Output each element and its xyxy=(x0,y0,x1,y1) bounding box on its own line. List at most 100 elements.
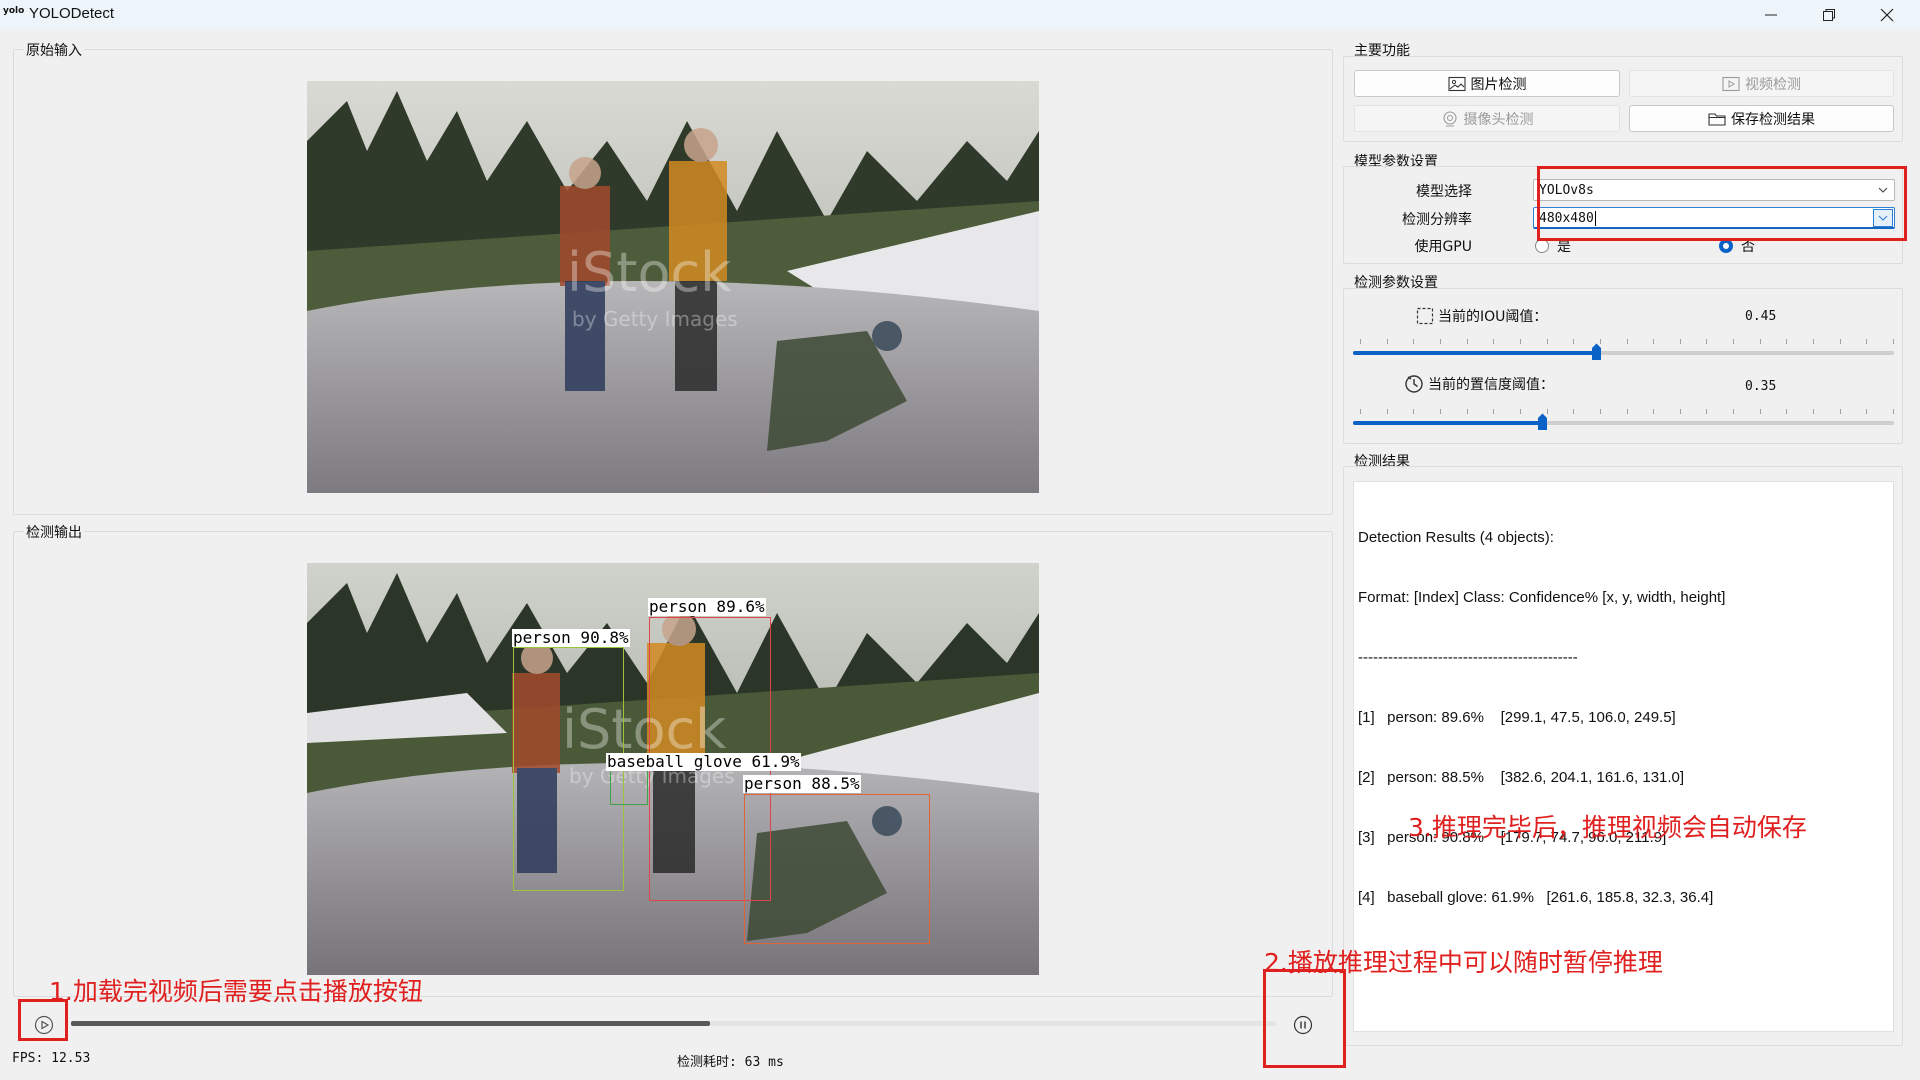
radio-checked-icon xyxy=(1719,239,1733,253)
image-detect-label: 图片检测 xyxy=(1470,76,1527,93)
iou-label: 当前的IOU阈值： xyxy=(1438,309,1548,325)
slider-tick xyxy=(1519,339,1521,344)
iou-label-group: 当前的IOU阈值： xyxy=(1416,306,1547,326)
slider-tick xyxy=(1599,409,1601,414)
video-detect-button[interactable]: 视频检测 xyxy=(1629,70,1894,97)
radio-unchecked-icon xyxy=(1535,239,1549,253)
confidence-slider-fill xyxy=(1353,421,1543,425)
slider-tick xyxy=(1626,409,1628,414)
slider-tick xyxy=(1679,409,1681,414)
slider-tick xyxy=(1893,339,1894,344)
slider-tick xyxy=(1653,339,1655,344)
confidence-slider-handle[interactable] xyxy=(1537,413,1548,431)
watermark-brand: iStock xyxy=(567,241,732,304)
slider-tick xyxy=(1519,409,1521,414)
output-video-frame: iStock by Getty Images person 90.8% pers… xyxy=(307,563,1039,975)
confidence-label-group: 当前的置信度阈值： xyxy=(1404,374,1554,394)
detection-label: person 89.6% xyxy=(648,597,766,616)
slider-tick xyxy=(1679,339,1681,344)
iou-slider-fill xyxy=(1353,351,1597,355)
restore-icon xyxy=(1823,8,1835,21)
iou-slider-handle[interactable] xyxy=(1591,343,1602,361)
fps-readout: FPS: 12.53 xyxy=(12,1051,91,1066)
video-progress-bar[interactable] xyxy=(71,1021,1276,1026)
slider-tick xyxy=(1733,339,1735,344)
video-progress-fill xyxy=(71,1021,710,1026)
results-line: Detection Results (4 objects): xyxy=(1358,529,1554,546)
iou-ticks xyxy=(1360,339,1894,345)
results-line: Format: [Index] Class: Confidence% [x, y… xyxy=(1358,589,1726,606)
camera-detect-button[interactable]: 摄像头检测 xyxy=(1354,105,1620,132)
slider-tick xyxy=(1360,339,1361,344)
detection-label: baseball glove 61.9% xyxy=(606,752,801,771)
minimize-button[interactable] xyxy=(1742,0,1800,29)
slider-tick xyxy=(1386,339,1388,344)
slider-tick xyxy=(1360,409,1361,414)
restore-button[interactable] xyxy=(1800,0,1858,29)
slider-tick xyxy=(1466,339,1468,344)
resolution-select-label: 检测分辨率 xyxy=(1402,212,1472,228)
slider-tick xyxy=(1839,409,1841,414)
window-title: YOLODetect xyxy=(29,5,115,22)
folder-icon xyxy=(1708,112,1726,126)
confidence-ticks xyxy=(1360,409,1894,415)
app-logo: yolo xyxy=(3,6,25,16)
slider-tick xyxy=(1573,409,1575,414)
camera-detect-label: 摄像头检测 xyxy=(1463,111,1534,128)
timer-icon xyxy=(1405,375,1423,393)
image-detect-button[interactable]: 图片检测 xyxy=(1354,70,1620,97)
slider-tick xyxy=(1413,409,1415,414)
results-line: [4] baseball glove: 61.9% [261.6, 185.8,… xyxy=(1358,889,1714,906)
results-line: [1] person: 89.6% [299.1, 47.5, 106.0, 2… xyxy=(1358,709,1676,726)
slider-tick xyxy=(1653,409,1655,414)
results-line: ----------------------------------------… xyxy=(1358,649,1578,666)
iou-slider[interactable] xyxy=(1353,351,1894,355)
output-panel-title: 检测输出 xyxy=(24,522,84,542)
slider-tick xyxy=(1466,409,1468,414)
confidence-slider[interactable] xyxy=(1353,421,1894,425)
slider-tick xyxy=(1786,409,1788,414)
slider-tick xyxy=(1439,409,1441,414)
slider-tick xyxy=(1866,409,1868,414)
gpu-label: 使用GPU xyxy=(1414,239,1472,255)
iou-value: 0.45 xyxy=(1745,309,1777,324)
slider-tick xyxy=(1386,409,1388,414)
annotation-step1: 1.加载完视频后需要点击播放按钮 xyxy=(49,977,423,1006)
annotation-step2: 2.播放推理过程中可以随时暂停推理 xyxy=(1264,948,1663,977)
title-bar: yolo YOLODetect xyxy=(0,0,1920,29)
slider-tick xyxy=(1493,409,1495,414)
confidence-label: 当前的置信度阈值： xyxy=(1428,377,1554,393)
close-button[interactable] xyxy=(1858,0,1916,29)
slider-tick xyxy=(1493,339,1495,344)
annotation-pause-box xyxy=(1263,969,1346,1068)
slider-tick xyxy=(1573,339,1575,344)
slider-tick xyxy=(1893,409,1894,414)
confidence-value: 0.35 xyxy=(1745,379,1777,394)
close-icon xyxy=(1880,8,1894,21)
slider-tick xyxy=(1813,409,1815,414)
detection-label: person 90.8% xyxy=(512,628,630,647)
slider-tick xyxy=(1706,339,1708,344)
slider-tick xyxy=(1759,339,1761,344)
video-detect-label: 视频检测 xyxy=(1745,76,1801,93)
input-panel-title: 原始输入 xyxy=(24,40,84,60)
image-icon xyxy=(1447,76,1466,91)
slider-tick xyxy=(1413,339,1415,344)
slider-tick xyxy=(1626,339,1628,344)
annotation-step3: 3.推理完毕后，推理视频会自动保存 xyxy=(1408,813,1807,842)
results-line: [2] person: 88.5% [382.6, 204.1, 161.6, … xyxy=(1358,769,1685,786)
slider-tick xyxy=(1546,339,1548,344)
slider-tick xyxy=(1706,409,1708,414)
selection-box-icon xyxy=(1416,307,1434,325)
annotation-model-settings-box xyxy=(1537,166,1907,241)
input-video-frame: iStock by Getty Images xyxy=(307,81,1039,493)
detection-box xyxy=(744,794,930,944)
slider-tick xyxy=(1786,339,1788,344)
save-results-label: 保存检测结果 xyxy=(1731,111,1815,128)
slider-tick xyxy=(1866,339,1868,344)
save-results-button[interactable]: 保存检测结果 xyxy=(1629,105,1894,132)
camera-icon xyxy=(1442,110,1457,126)
slider-tick xyxy=(1733,409,1735,414)
slider-tick xyxy=(1759,409,1761,414)
slider-tick xyxy=(1439,339,1441,344)
